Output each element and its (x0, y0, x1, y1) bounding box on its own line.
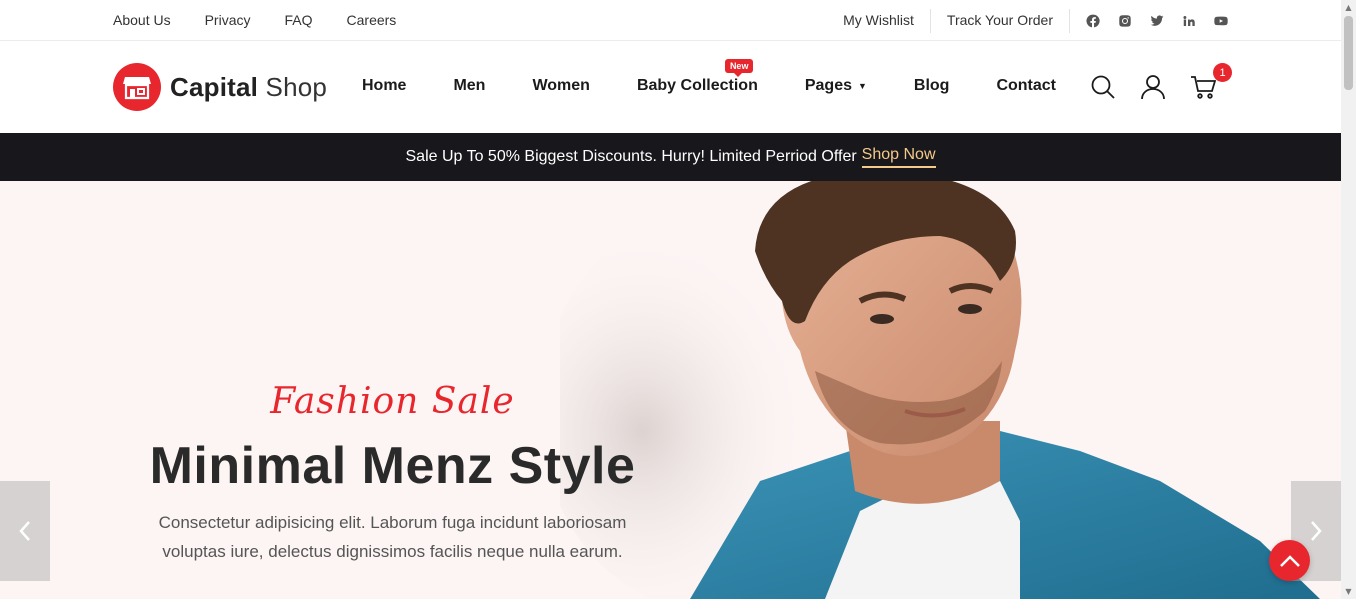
wishlist-link[interactable]: My Wishlist (843, 9, 931, 33)
track-order-link[interactable]: Track Your Order (931, 9, 1070, 33)
linkedin-icon[interactable] (1182, 14, 1196, 28)
promo-bar: Sale Up To 50% Biggest Discounts. Hurry!… (0, 133, 1341, 181)
hero-model-image (560, 181, 1320, 599)
top-links: About Us Privacy FAQ Careers (113, 12, 430, 28)
hero-description: Consectetur adipisicing elit. Laborum fu… (158, 513, 627, 561)
scrollbar-thumb[interactable] (1344, 16, 1353, 90)
scroll-up-arrow-icon[interactable]: ▲ (1344, 3, 1353, 12)
careers-link[interactable]: Careers (347, 12, 397, 28)
facebook-icon[interactable] (1086, 14, 1100, 28)
nav-women-label: Women (532, 77, 590, 94)
nav-baby-collection[interactable]: Baby Collection New (636, 59, 758, 95)
hero-slider: Fashion Sale Minimal Menz Style Consecte… (0, 181, 1341, 599)
main-nav: Home Men Women Baby Collection New Pages… (362, 59, 1103, 95)
about-us-link[interactable]: About Us (113, 12, 171, 28)
cart-count-badge: 1 (1213, 63, 1232, 82)
storefront-icon (113, 63, 161, 111)
logo-text-bold: Capital (170, 71, 259, 102)
shop-now-link[interactable]: Shop Now (861, 146, 936, 168)
nav-blog-label: Blog (913, 77, 950, 94)
logo-text-light: Shop (265, 71, 328, 102)
nav-contact-label: Contact (996, 77, 1057, 94)
hero-script-title: Fashion Sale (270, 381, 515, 422)
twitter-icon[interactable] (1150, 14, 1164, 28)
page-scrollbar[interactable]: ▲ ▼ (1341, 0, 1356, 599)
nav-contact[interactable]: Contact (996, 77, 1056, 95)
hero-content: Fashion Sale Minimal Menz Style Consecte… (140, 381, 645, 566)
back-to-top-button[interactable] (1269, 540, 1310, 581)
promo-text: Sale Up To 50% Biggest Discounts. Hurry!… (405, 148, 857, 165)
cart-icon[interactable]: 1 (1190, 63, 1232, 100)
nav-men[interactable]: Men (453, 77, 485, 95)
top-utility-bar: About Us Privacy FAQ Careers My Wishlist… (0, 0, 1341, 41)
nav-men-label: Men (453, 77, 486, 94)
hero-headline: Minimal Menz Style (149, 437, 636, 495)
chevron-down-icon: ▼ (857, 81, 867, 91)
chevron-right-icon (1311, 521, 1322, 541)
nav-pages-label: Pages (804, 77, 852, 94)
new-badge: New (724, 59, 754, 77)
logo[interactable]: Capital Shop (113, 63, 327, 111)
nav-women[interactable]: Women (532, 77, 589, 95)
top-right-group: My Wishlist Track Your Order (843, 9, 1228, 33)
faq-link[interactable]: FAQ (285, 12, 313, 28)
logo-text: Capital Shop (170, 72, 327, 103)
chevron-left-icon (19, 521, 30, 541)
youtube-icon[interactable] (1214, 14, 1228, 28)
nav-home[interactable]: Home (362, 77, 406, 95)
user-icon[interactable] (1140, 74, 1166, 100)
nav-blog[interactable]: Blog (914, 77, 950, 95)
privacy-link[interactable]: Privacy (205, 12, 251, 28)
nav-baby-collection-label: Baby Collection (636, 77, 758, 94)
slider-prev-button[interactable] (0, 481, 50, 581)
nav-pages[interactable]: Pages ▼ (805, 77, 867, 95)
chevron-up-icon (1279, 554, 1300, 567)
instagram-icon[interactable] (1118, 14, 1132, 28)
search-icon[interactable] (1090, 74, 1116, 100)
header-icons: 1 (1090, 63, 1232, 100)
social-links (1070, 14, 1228, 28)
scroll-down-arrow-icon[interactable]: ▼ (1344, 587, 1353, 596)
nav-home-label: Home (362, 77, 407, 94)
main-header: Capital Shop Home Men Women Baby Collect… (0, 41, 1341, 133)
